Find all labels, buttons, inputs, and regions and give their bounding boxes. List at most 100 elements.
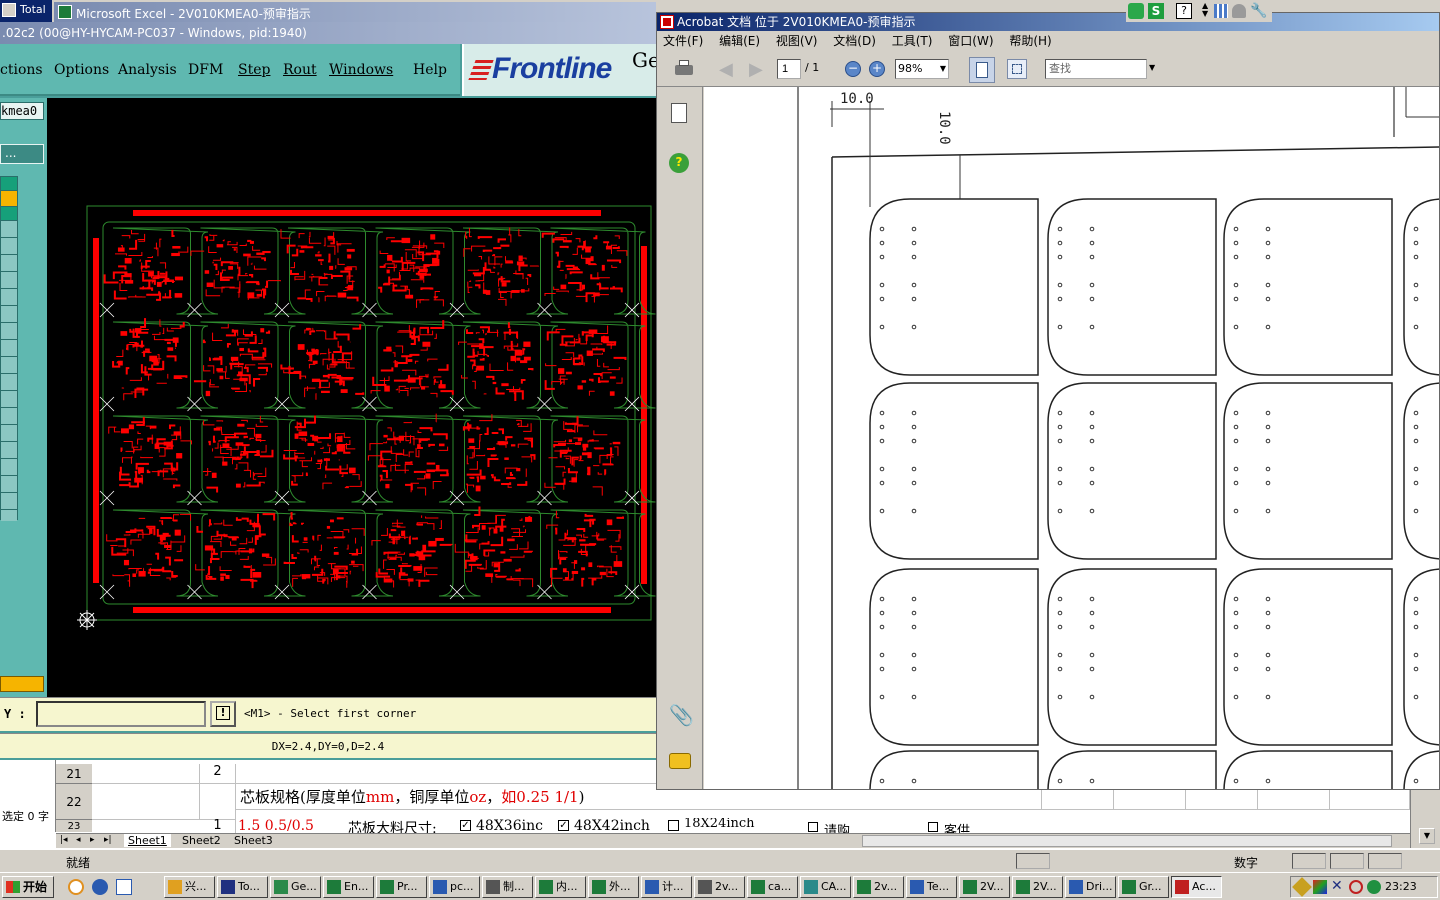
tab-nav-last-icon[interactable]: ▸|	[104, 835, 112, 845]
menu-analysis[interactable]: Analysis	[118, 62, 177, 78]
checkbox-48x42[interactable]: ✓	[558, 820, 569, 831]
taskbar-item[interactable]: 制...	[482, 876, 533, 898]
tray-help-icon[interactable]: ?	[1176, 3, 1192, 19]
acro-menu-file[interactable]: 文件(F)	[663, 34, 703, 48]
genesis-title-bar[interactable]: .02c2 (00@HY-HYCAM-PC037 - Windows, pid:…	[0, 22, 656, 44]
cell-c23[interactable]: 1.5 0.5/0.5 芯板大料尺寸: ✓ 48X36inc ✓ 48X42in…	[236, 818, 1396, 834]
cell-a21[interactable]	[92, 764, 200, 784]
find-dropdown-icon[interactable]: ▼	[1149, 63, 1155, 72]
taskbar-item[interactable]: Gr...	[1118, 876, 1169, 898]
tray-arrows-icon[interactable]: ▲ ▼	[1202, 2, 1208, 18]
pcb-graphics-canvas[interactable]	[47, 98, 656, 698]
fit-page-icon[interactable]	[969, 57, 995, 83]
y-input[interactable]	[36, 701, 206, 727]
checkbox-18x24[interactable]	[668, 820, 679, 831]
acro-menu-view[interactable]: 视图(V)	[776, 34, 818, 48]
taskbar-item[interactable]: Dri...	[1065, 876, 1116, 898]
prompt-toggle-button[interactable]: !	[210, 701, 236, 727]
tab-sheet3[interactable]: Sheet3	[230, 834, 277, 847]
cell-b22[interactable]	[200, 784, 236, 820]
taskbar-item[interactable]: 2V...	[1012, 876, 1063, 898]
horizontal-scrollbar[interactable]	[862, 835, 1392, 847]
cell-f22[interactable]	[1186, 790, 1258, 810]
taskbar-item[interactable]: 计...	[641, 876, 692, 898]
tray-color-icon[interactable]	[1313, 880, 1327, 894]
taskbar-item[interactable]: 2v...	[853, 876, 904, 898]
taskbar-item[interactable]: Ge...	[270, 876, 321, 898]
checkbox-48x36[interactable]: ✓	[460, 820, 471, 831]
zoom-dropdown-icon[interactable]: ▼	[940, 60, 946, 78]
quicklaunch-desktop-icon[interactable]	[116, 879, 132, 895]
help-icon[interactable]: ?	[669, 153, 689, 173]
tab-nav-next-icon[interactable]: ▸	[90, 835, 95, 845]
cell-h22[interactable]	[1330, 790, 1410, 810]
tray-shield-icon[interactable]	[1292, 877, 1312, 897]
taskbar-item[interactable]: Pr...	[376, 876, 427, 898]
taskbar-item[interactable]: To...	[217, 876, 268, 898]
taskbar-item[interactable]: 内...	[535, 876, 586, 898]
menu-windows[interactable]: Windows	[329, 62, 393, 78]
taskbar-item[interactable]: 2v...	[694, 876, 745, 898]
excel-title-bar[interactable]: Microsoft Excel - 2V010KMEA0-预审指示	[54, 2, 656, 22]
taskbar-item[interactable]: 兴...	[164, 876, 215, 898]
cell-b21[interactable]: 2	[200, 764, 236, 784]
comments-icon[interactable]	[669, 753, 691, 769]
job-field[interactable]: kmea0	[0, 102, 44, 120]
tray-bulb-icon[interactable]	[1367, 880, 1381, 894]
acro-menu-window[interactable]: 窗口(W)	[948, 34, 993, 48]
quicklaunch-clock-icon[interactable]	[68, 879, 84, 895]
menu-step[interactable]: Step	[238, 62, 270, 78]
layer-list[interactable]	[0, 176, 18, 521]
zoom-in-icon[interactable]: +	[869, 61, 885, 77]
start-button[interactable]: 开始	[2, 876, 54, 898]
taskbar-item[interactable]: Ac...	[1171, 876, 1222, 898]
scroll-down-icon[interactable]: ▼	[1419, 828, 1435, 844]
taskbar-item[interactable]: En...	[323, 876, 374, 898]
tray-grid-icon[interactable]	[1214, 4, 1228, 18]
menu-rout[interactable]: Rout	[283, 62, 317, 78]
quicklaunch-ie-icon[interactable]	[92, 879, 108, 895]
tab-sheet1[interactable]: Sheet1	[124, 834, 171, 847]
acrobat-title-bar[interactable]: Acrobat 文档 位于 2V010KMEA0-预审指示	[657, 13, 1439, 31]
attachment-icon[interactable]: 📎	[669, 703, 694, 727]
taskbar-item[interactable]: CA...	[800, 876, 851, 898]
taskbar-item[interactable]: ca...	[747, 876, 798, 898]
acro-menu-edit[interactable]: 编辑(E)	[719, 34, 760, 48]
cell-g22[interactable]	[1258, 790, 1330, 810]
cell-b23[interactable]: 1	[200, 818, 236, 834]
pdf-document-view[interactable]: 10.0 10.0	[704, 87, 1439, 789]
total-window-strip[interactable]: Total	[0, 0, 52, 22]
tray-user-icon[interactable]	[1232, 4, 1246, 18]
menu-options[interactable]: Options	[54, 62, 109, 78]
menu-help[interactable]: Help	[413, 62, 447, 78]
cell-e22[interactable]	[1114, 790, 1186, 810]
fit-width-icon[interactable]	[1007, 59, 1027, 79]
acro-menu-document[interactable]: 文档(D)	[833, 34, 876, 48]
row-header-22[interactable]: 22	[56, 784, 92, 820]
cell-a22[interactable]	[92, 784, 200, 820]
checkbox-purchase[interactable]	[808, 822, 818, 832]
tray-x-icon[interactable]: ✕	[1331, 878, 1343, 894]
menu-actions[interactable]: ctions	[0, 62, 43, 78]
zoom-select[interactable]: 98% ▼	[895, 59, 949, 79]
tray-swirl-icon[interactable]	[1349, 880, 1363, 894]
menu-dfm[interactable]: DFM	[188, 62, 223, 78]
acro-menu-tools[interactable]: 工具(T)	[892, 34, 933, 48]
tab-sheet2[interactable]: Sheet2	[178, 834, 225, 847]
zoom-out-icon[interactable]: −	[845, 61, 861, 77]
prev-page-icon[interactable]: ◀	[719, 59, 733, 80]
find-input[interactable]: 查找	[1045, 59, 1147, 79]
tray-green-icon[interactable]	[1128, 3, 1144, 19]
row-header-21[interactable]: 21	[56, 764, 92, 784]
checkbox-customer[interactable]	[928, 822, 938, 832]
tab-nav-first-icon[interactable]: |◂	[60, 835, 68, 845]
dots-button[interactable]: ...	[0, 144, 44, 164]
print-icon[interactable]	[673, 59, 695, 79]
tray-wrench-icon[interactable]: 🔧	[1250, 3, 1267, 19]
tray-s-icon[interactable]: S	[1148, 3, 1164, 19]
taskbar-item[interactable]: pc...	[429, 876, 480, 898]
acro-menu-help[interactable]: 帮助(H)	[1009, 34, 1051, 48]
taskbar-item[interactable]: Te...	[906, 876, 957, 898]
pages-panel-icon[interactable]	[671, 103, 687, 123]
taskbar-item[interactable]: 外...	[588, 876, 639, 898]
